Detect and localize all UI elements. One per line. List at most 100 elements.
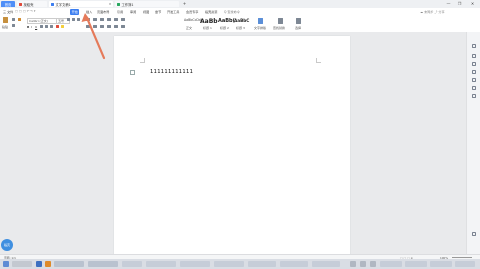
taskbar-window-button[interactable] [54,261,84,267]
cloud-sync-icons[interactable]: ☁ 未同步 ⤴ 分享 [420,9,445,14]
taskbar-window-button[interactable] [180,261,210,267]
help-icon[interactable] [471,232,476,236]
home-tab-label: 首页 [4,2,12,7]
tray-icon[interactable] [380,261,402,267]
bold-icon[interactable]: B [27,25,29,29]
menu-file[interactable]: 三 文件 [3,9,13,14]
taskbar-window-button[interactable] [146,261,176,267]
ribbon-toolbar: 粘贴 Calibri (正文) 五号 B I U AaBbCcDd AaBb A… [0,15,480,33]
menu-chapter[interactable]: 章节 [155,9,161,14]
text-layout-icon[interactable] [258,18,263,24]
margin-corner-top-right [316,58,321,63]
increase-indent-icon[interactable] [107,18,111,21]
minimize-button[interactable]: — [445,1,452,7]
underline-icon[interactable]: U [35,25,37,29]
zoom-slider[interactable] [452,257,472,258]
property-icon[interactable] [471,78,476,82]
show-marks-icon[interactable] [121,18,125,21]
menu-view[interactable]: 视图 [143,9,149,14]
style-heading1-sample[interactable]: AaBb [200,18,218,25]
find-replace-icon[interactable] [278,18,283,24]
spreadsheet-icon [117,2,120,6]
align-right-icon[interactable] [100,25,104,28]
tray-icon[interactable] [430,261,452,267]
menu-page-layout[interactable]: 页面布局 [97,9,109,14]
paragraph-handle-icon[interactable] [130,70,135,75]
taskbar-window-button[interactable] [214,261,244,267]
style-normal-sample[interactable]: AaBbCcDd [184,18,201,22]
format-painter-icon[interactable] [18,18,21,21]
menu-insert[interactable]: 插入 [86,9,92,14]
restore-button[interactable]: ❐ [456,1,463,7]
taskbar-window-button[interactable] [280,261,308,267]
line-spacing-icon[interactable] [114,25,118,28]
borders-icon[interactable] [121,25,125,28]
font-color-icon[interactable] [56,25,59,28]
shape-icon[interactable] [471,70,476,74]
superscript-icon[interactable] [45,25,48,28]
select-label: 选择 [295,25,302,30]
shrink-font-icon[interactable] [72,18,75,21]
subscript-icon[interactable] [50,25,53,28]
align-center-icon[interactable] [93,25,97,28]
menu-developer[interactable]: 开发工具 [167,9,179,14]
sort-icon[interactable] [114,18,118,21]
bullet-list-icon[interactable] [86,18,90,21]
menu-home[interactable]: 开始 [70,8,80,15]
align-left-icon[interactable] [86,25,90,28]
start-menu-icon[interactable] [3,261,9,267]
italic-icon[interactable]: I [31,25,32,29]
font-name-select[interactable]: Calibri (正文) [27,17,57,24]
decrease-indent-icon[interactable] [100,18,104,21]
tray-icon[interactable] [360,261,366,267]
style-normal-label: 正文 [186,25,193,30]
close-button[interactable]: ✕ [469,1,476,7]
home-tab[interactable]: 首页 [1,1,15,7]
tab-docer[interactable]: 找稻壳 [17,1,47,7]
taskbar-window-button[interactable] [248,261,276,267]
collapse-icon[interactable] [471,44,476,48]
menu-member[interactable]: 会员专享 [186,9,198,14]
tray-icon[interactable] [405,261,427,267]
cursor-icon[interactable] [471,54,476,58]
assistant-avatar[interactable]: 稻壳 [1,239,13,251]
justify-icon[interactable] [107,25,111,28]
copy-icon[interactable] [12,24,15,27]
taskbar-window-button[interactable] [88,261,118,267]
quick-access-icons[interactable]: ▢ ▢ ▢ ↶ ↷ ▾ [15,9,35,13]
find-replace-label: 查找替换 [273,25,286,30]
share-icon[interactable] [471,94,476,98]
style-pane-icon[interactable] [471,62,476,66]
taskbar-search[interactable] [12,261,32,267]
taskbar-window-button[interactable] [312,261,340,267]
cut-icon[interactable] [12,18,15,21]
paste-icon[interactable] [3,17,8,23]
style-heading2-sample[interactable]: AaBb( [218,18,235,24]
new-tab-icon[interactable]: + [181,1,188,7]
document-text[interactable]: 111111111111 [150,69,193,75]
grow-font-icon[interactable] [67,18,70,21]
taskbar-app-icon[interactable] [36,261,42,267]
backup-icon[interactable] [471,86,476,90]
docer-icon [19,2,22,6]
clear-format-icon[interactable] [77,18,80,21]
menu-review[interactable]: 审阅 [130,9,136,14]
menu-references[interactable]: 引用 [117,9,123,14]
menu-docer-resources[interactable]: 稻壳资源 [205,9,217,14]
style-heading3-sample[interactable]: AaBbC [234,18,249,23]
highlight-icon[interactable] [61,25,64,28]
select-icon[interactable] [296,18,301,24]
numbered-list-icon[interactable] [93,18,97,21]
close-icon[interactable]: × [109,2,112,6]
paste-label: 粘贴 [2,25,9,29]
tab-document-label: 文字文稿1 [55,2,71,7]
tray-icon[interactable] [370,261,376,267]
tab-workbook[interactable]: 工作簿1 [115,1,179,7]
tab-document[interactable]: 文字文稿1 × [49,1,113,7]
tray-icon[interactable] [350,261,356,267]
menu-search-commands[interactable]: Q 查找命令 [224,9,240,14]
taskbar-app-icon[interactable] [45,261,51,267]
strikethrough-icon[interactable] [40,25,43,28]
taskbar-window-button[interactable] [122,261,142,267]
clock[interactable] [455,261,475,267]
